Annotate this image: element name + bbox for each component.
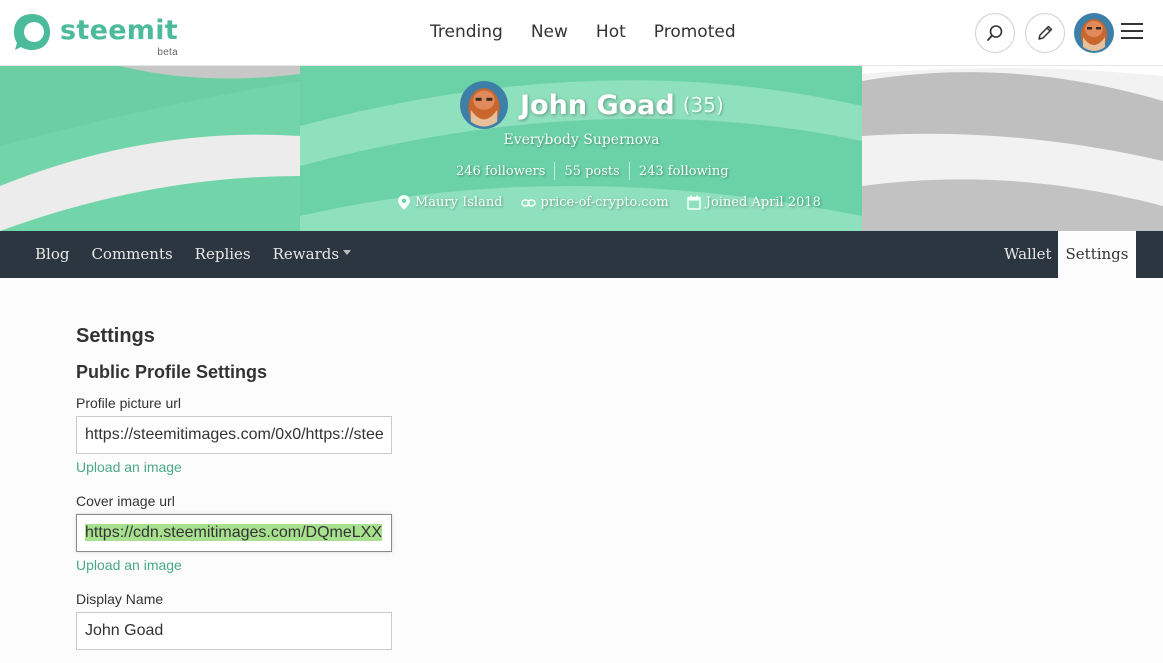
tab-comments[interactable]: Comments: [91, 245, 172, 263]
menu-button[interactable]: [1121, 23, 1143, 43]
avatar: [1074, 13, 1114, 53]
profile-picture-input[interactable]: https://steemitimages.com/0x0/https://st…: [76, 416, 392, 454]
logo-wordmark: steemit: [60, 15, 178, 46]
upload-profile-image-link[interactable]: Upload an image: [76, 459, 676, 475]
display-name-label: Display Name: [76, 591, 164, 607]
profile-name: John Goad: [520, 89, 675, 121]
tab-settings[interactable]: Settings: [1058, 231, 1136, 278]
profile-picture-label: Profile picture url: [76, 395, 182, 411]
display-name-input[interactable]: John Goad: [76, 612, 392, 650]
nav-promoted[interactable]: Promoted: [654, 22, 736, 42]
profile-location: Maury Island: [415, 195, 503, 210]
nav-trending[interactable]: Trending: [430, 22, 503, 42]
profile-stats: 246 followers 55 posts 243 following: [456, 162, 729, 180]
profile-about: Everybody Supernova: [503, 132, 660, 148]
search-icon: [987, 25, 1003, 41]
hamburger-icon: [1121, 23, 1143, 25]
following-link[interactable]: 243 following: [639, 164, 729, 179]
profile-header: John Goad (35): [460, 81, 724, 129]
nav-new[interactable]: New: [531, 22, 568, 42]
location-pin-icon: [398, 195, 410, 210]
profile-meta: Maury Island price-of-crypto.com Joined …: [398, 195, 839, 210]
user-avatar-button[interactable]: [1074, 13, 1114, 53]
tab-replies[interactable]: Replies: [195, 245, 251, 263]
nav-hot[interactable]: Hot: [596, 22, 626, 42]
posts-count: 55 posts: [564, 163, 620, 179]
caret-down-icon: [343, 250, 352, 255]
divider: [628, 162, 630, 180]
search-button[interactable]: [975, 13, 1015, 53]
top-header: steemit beta Trending New Hot Promoted: [0, 0, 1163, 66]
upload-cover-image-link[interactable]: Upload an image: [76, 557, 676, 573]
avatar-image: [460, 81, 508, 129]
logo-beta-badge: beta: [157, 47, 178, 58]
profile-avatar: [460, 81, 508, 129]
cover-image-label: Cover image url: [76, 493, 175, 509]
steemit-logo[interactable]: steemit beta: [12, 12, 178, 58]
selected-text: https://cdn.steemitimages.com/DQmeLXX: [85, 524, 382, 541]
tab-rewards[interactable]: Rewards: [272, 245, 352, 263]
submit-post-button[interactable]: [1025, 13, 1065, 53]
reputation-score: (35): [682, 93, 724, 117]
steemit-logo-icon: [14, 14, 50, 50]
tab-rewards-label: Rewards: [272, 245, 340, 263]
main-nav: Trending New Hot Promoted: [430, 22, 736, 42]
tab-blog[interactable]: Blog: [35, 245, 69, 263]
pencil-icon: [1038, 25, 1053, 40]
profile-website-link[interactable]: price-of-crypto.com: [541, 195, 669, 210]
profile-tabs: Blog Comments Replies Rewards Wallet Set…: [0, 231, 1163, 278]
cover-image-input[interactable]: https://cdn.steemitimages.com/DQmeLXX: [76, 514, 392, 552]
followers-link[interactable]: 246 followers: [456, 164, 545, 179]
page-title: Settings: [76, 325, 155, 347]
section-title: Public Profile Settings: [76, 362, 268, 382]
divider: [554, 162, 556, 180]
tab-wallet[interactable]: Wallet: [1004, 245, 1052, 263]
profile-joined: Joined April 2018: [705, 195, 821, 210]
settings-panel: Settings Public Profile Settings Profile…: [76, 325, 676, 650]
link-icon: [520, 198, 536, 207]
profile-cover: John Goad (35) Everybody Supernova 246 f…: [0, 66, 1163, 231]
calendar-icon: [686, 195, 701, 210]
